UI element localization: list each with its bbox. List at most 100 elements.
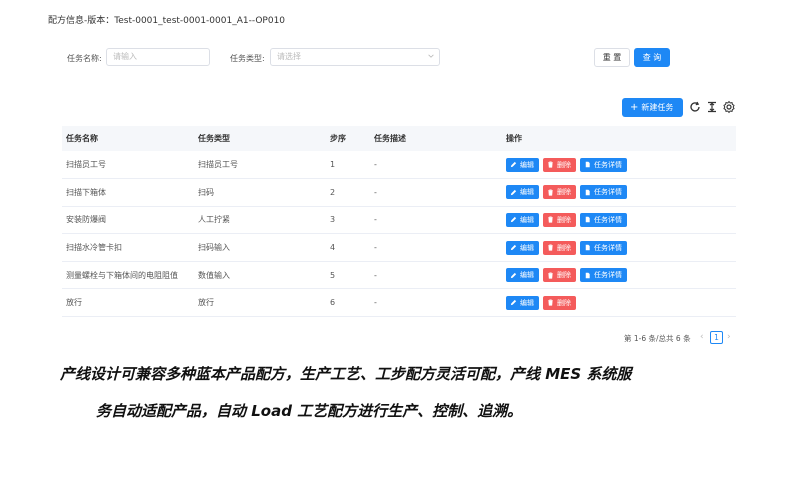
delete-button[interactable]: 删除 [543,157,576,172]
delete-label: 删除 [557,215,571,224]
edit-label: 编辑 [520,188,534,197]
table-row: 扫描水冷管卡扣 扫码输入 4- 编辑 删除 任务详情 [62,233,736,262]
cell-step: 2 [326,178,370,207]
cell-task-type: 扫描员工号 [194,151,326,180]
delete-icon [548,189,553,196]
delete-icon [548,216,553,224]
delete-icon [548,272,553,279]
edit-button[interactable]: 编辑 [506,157,539,172]
task-detail-button[interactable]: 任务详情 [580,268,627,283]
gear-icon[interactable] [722,100,736,114]
task-type-select[interactable]: 请选择 [270,48,440,66]
cell-actions: 编辑 删除 任务详情 [502,261,736,290]
edit-button[interactable]: 编辑 [506,295,539,310]
cell-desc: - [370,178,502,207]
pagination-total: 第 1-6 条/总共 6 条 [624,334,691,343]
col-header-name: 任务名称 [66,134,98,143]
edit-button[interactable]: 编辑 [506,240,539,255]
task-type-placeholder: 请选择 [277,52,301,61]
column-height-icon[interactable] [705,100,719,114]
cell-task-name: 扫描下箱体 [62,178,194,207]
delete-label: 删除 [557,271,571,280]
edit-icon [510,217,517,223]
delete-button[interactable]: 删除 [543,268,576,283]
delete-button[interactable]: 删除 [543,295,576,310]
task-type-label: 任务类型: [230,54,265,63]
delete-label: 删除 [557,188,571,197]
pagination-next-icon[interactable]: › [727,332,731,342]
query-button[interactable]: 查 询 [634,48,670,67]
edit-button[interactable]: 编辑 [506,212,539,227]
delete-icon [548,244,553,251]
cell-actions: 编辑 删除 任务详情 [502,178,736,207]
cell-task-type: 数值输入 [194,261,326,290]
cell-task-type: 扫码输入 [194,233,326,262]
document-icon [585,244,590,251]
pagination-page-1[interactable]: 1 [710,331,723,344]
document-icon [585,217,590,223]
cell-task-name: 放行 [62,288,194,318]
document-icon [585,161,590,168]
cell-task-name: 扫描水冷管卡扣 [62,233,194,262]
cell-step: 1 [326,151,370,180]
edit-label: 编辑 [520,298,534,307]
cell-desc: - [370,233,502,262]
cell-actions: 编辑 删除 任务详情 [502,233,736,262]
cell-step: 4 [326,233,370,262]
edit-button[interactable]: 编辑 [506,185,539,200]
table-header-row: 任务名称 任务类型 步序 任务描述 操作 [62,126,736,151]
edit-label: 编辑 [520,215,534,224]
col-header-step: 步序 [330,134,346,143]
cell-actions: 编辑 删除 任务详情 [502,151,736,180]
cell-step: 6 [326,288,370,318]
document-icon [585,189,590,196]
edit-label: 编辑 [520,271,534,280]
cell-task-type: 扫码 [194,178,326,207]
task-detail-label: 任务详情 [594,215,622,224]
cell-task-type: 放行 [194,288,326,318]
cell-actions: 编辑 删除 [502,288,736,318]
task-detail-button[interactable]: 任务详情 [580,212,627,227]
cell-desc: - [370,288,502,318]
col-header-type: 任务类型 [198,134,230,143]
cell-actions: 编辑 删除 任务详情 [502,206,736,235]
cell-task-name: 安装防爆阀 [62,206,194,235]
edit-label: 编辑 [520,160,534,169]
cell-task-name: 测量螺栓与下箱体间的电阻阻值 [62,261,194,290]
edit-icon [510,161,517,168]
new-task-button[interactable]: + 新建任务 [622,98,683,117]
new-task-label: 新建任务 [641,103,674,112]
reset-button[interactable]: 重 置 [594,48,630,67]
delete-icon [548,161,553,168]
task-detail-label: 任务详情 [594,160,622,169]
delete-icon [548,299,553,306]
cell-desc: - [370,261,502,290]
pagination-prev-icon[interactable]: ‹ [700,332,704,342]
task-detail-button[interactable]: 任务详情 [580,240,627,255]
table-row: 扫描下箱体 扫码 2- 编辑 删除 任务详情 [62,178,736,207]
delete-button[interactable]: 删除 [543,240,576,255]
refresh-icon[interactable] [688,100,702,114]
delete-label: 删除 [557,243,571,252]
table-row: 扫描员工号 扫描员工号 1- 编辑 删除 任务详情 [62,151,736,180]
task-name-input[interactable]: 请输入 [106,48,210,66]
plus-icon: + [630,102,639,113]
table-row: 安装防爆阀 人工拧紧 3- 编辑 删除 任务详情 [62,206,736,235]
edit-icon [510,300,517,306]
edit-button[interactable]: 编辑 [506,268,539,283]
task-detail-button[interactable]: 任务详情 [580,157,627,172]
col-header-desc: 任务描述 [374,134,406,143]
delete-button[interactable]: 删除 [543,212,576,227]
caption-line-2: 务自动适配产品，自动 Load 工艺配方进行生产、控制、追溯。 [96,402,523,420]
cell-desc: - [370,151,502,180]
task-detail-label: 任务详情 [594,271,622,280]
task-table: 任务名称 任务类型 步序 任务描述 操作 扫描员工号 扫描员工号 1- 编辑 删除 任务详… [62,126,736,318]
edit-icon [510,244,517,251]
cell-desc: - [370,206,502,235]
delete-button[interactable]: 删除 [543,185,576,200]
edit-label: 编辑 [520,243,534,252]
caption-line-1: 产线设计可兼容多种蓝本产品配方，生产工艺、工步配方灵活可配，产线 MES 系统服 [60,365,632,383]
task-detail-label: 任务详情 [594,243,622,252]
delete-label: 删除 [557,298,571,307]
task-detail-button[interactable]: 任务详情 [580,185,627,200]
